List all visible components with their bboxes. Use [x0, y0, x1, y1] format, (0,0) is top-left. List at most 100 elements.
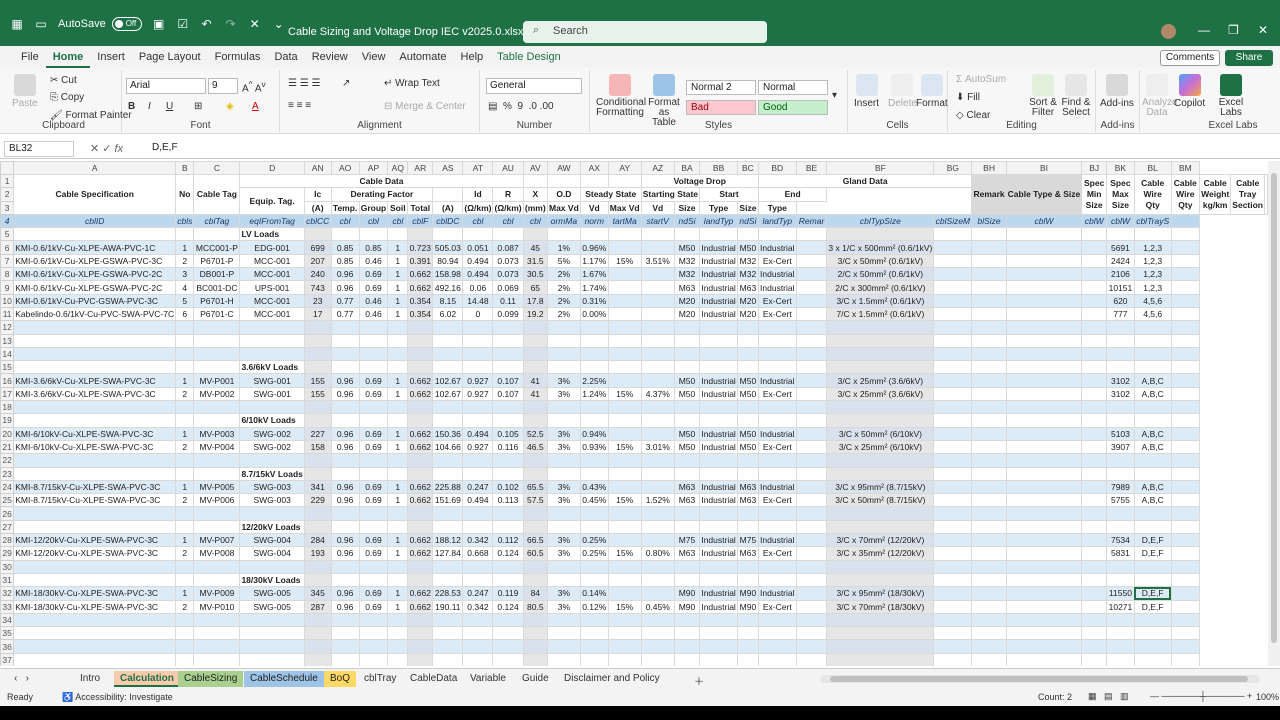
empty-cell[interactable]: [1133, 639, 1172, 654]
empty-cell[interactable]: [673, 466, 701, 481]
empty-cell[interactable]: [826, 466, 935, 481]
data-cell[interactable]: [1081, 493, 1108, 508]
empty-cell[interactable]: [579, 360, 609, 375]
row-header-22[interactable]: 22: [0, 453, 15, 468]
data-cell[interactable]: 10151: [1106, 280, 1135, 295]
empty-cell[interactable]: [1133, 612, 1172, 628]
column-header-AR[interactable]: AR: [407, 161, 434, 175]
empty-cell[interactable]: [1081, 652, 1108, 666]
row-header-36[interactable]: 36: [0, 639, 15, 654]
empty-cell[interactable]: [492, 320, 524, 335]
empty-cell[interactable]: [193, 519, 241, 535]
empty-cell[interactable]: [757, 626, 797, 641]
data-cell[interactable]: 3%: [546, 479, 581, 495]
data-cell[interactable]: 229: [303, 493, 332, 508]
filter-cell[interactable]: cblF: [407, 213, 434, 229]
row-header-28[interactable]: 28: [0, 533, 15, 548]
filter-cell[interactable]: cblSizeM: [933, 213, 973, 229]
data-cell[interactable]: 0.69: [358, 439, 389, 455]
empty-cell[interactable]: [579, 453, 609, 468]
font-color-icon[interactable]: A: [252, 101, 259, 112]
empty-cell[interactable]: [640, 506, 675, 521]
data-cell[interactable]: EDG-001: [239, 240, 305, 255]
data-cell[interactable]: A,B,C: [1133, 426, 1172, 441]
data-cell[interactable]: M90: [737, 599, 759, 614]
data-cell[interactable]: [795, 546, 828, 561]
data-cell[interactable]: Industrial: [699, 599, 738, 614]
filter-cell[interactable]: ndSi: [737, 213, 759, 229]
empty-cell[interactable]: [640, 227, 675, 242]
empty-cell[interactable]: [699, 360, 738, 375]
empty-cell[interactable]: [13, 360, 177, 375]
data-cell[interactable]: M32: [673, 253, 701, 269]
data-cell[interactable]: 0.93%: [579, 439, 609, 455]
empty-cell[interactable]: [1005, 320, 1083, 335]
column-header-AT[interactable]: AT: [462, 161, 494, 175]
empty-cell[interactable]: [795, 626, 828, 641]
empty-cell[interactable]: [933, 333, 973, 348]
data-cell[interactable]: 15%: [607, 439, 642, 455]
data-cell[interactable]: [1170, 280, 1201, 295]
column-header-BA[interactable]: BA: [673, 161, 701, 175]
empty-cell[interactable]: [239, 506, 305, 521]
data-cell[interactable]: 11550: [1106, 586, 1135, 601]
empty-cell[interactable]: [175, 453, 195, 468]
empty-cell[interactable]: [175, 466, 195, 481]
empty-cell[interactable]: [579, 572, 609, 588]
empty-cell[interactable]: [757, 559, 797, 574]
data-cell[interactable]: 0.112: [492, 533, 524, 548]
empty-cell[interactable]: [737, 227, 759, 242]
empty-cell[interactable]: [239, 559, 305, 574]
data-cell[interactable]: 3/C x 70mm² (18/30kV): [826, 599, 935, 614]
empty-cell[interactable]: [579, 506, 609, 521]
data-cell[interactable]: 0.662: [407, 267, 434, 282]
empty-cell[interactable]: [303, 360, 332, 375]
data-cell[interactable]: 193: [303, 546, 332, 561]
data-cell[interactable]: 0.662: [407, 599, 434, 614]
data-cell[interactable]: 0.247: [462, 479, 494, 495]
header-steady[interactable]: Steady State: [579, 187, 642, 202]
data-cell[interactable]: 1: [387, 493, 409, 508]
empty-cell[interactable]: [933, 612, 973, 628]
copilot-button[interactable]: Copilot: [1174, 74, 1205, 109]
empty-cell[interactable]: [407, 506, 434, 521]
data-cell[interactable]: 505.03: [432, 240, 464, 255]
data-cell[interactable]: [1005, 253, 1083, 269]
data-cell[interactable]: KMI-6/10kV-Cu-XLPE-SWA-PVC-3C: [13, 426, 177, 441]
empty-cell[interactable]: [971, 559, 1007, 574]
empty-cell[interactable]: [546, 612, 581, 628]
row-header-13[interactable]: 13: [0, 333, 15, 348]
data-cell[interactable]: M50: [737, 373, 759, 388]
empty-cell[interactable]: [407, 333, 434, 348]
filter-cell[interactable]: cbls: [175, 213, 195, 229]
filter-cell[interactable]: cblTag: [193, 213, 241, 229]
empty-cell[interactable]: [607, 333, 642, 348]
data-cell[interactable]: 60.5: [522, 546, 548, 561]
data-cell[interactable]: [971, 533, 1007, 548]
column-header-AQ[interactable]: AQ: [387, 161, 409, 175]
data-cell[interactable]: 777: [1106, 306, 1135, 322]
data-cell[interactable]: 1: [387, 479, 409, 495]
empty-cell[interactable]: [358, 413, 389, 428]
fill-button[interactable]: ⬇ Fill: [956, 92, 980, 103]
empty-cell[interactable]: [1133, 346, 1172, 362]
data-cell[interactable]: 1: [387, 439, 409, 455]
close-x-icon[interactable]: ✕: [248, 17, 262, 31]
data-cell[interactable]: [1170, 293, 1201, 308]
data-cell[interactable]: [933, 373, 973, 388]
data-cell[interactable]: 3/C x 50mm² (8.7/15kV): [826, 493, 935, 508]
data-cell[interactable]: [933, 267, 973, 282]
empty-cell[interactable]: [971, 413, 1007, 428]
data-cell[interactable]: 0.31%: [579, 293, 609, 308]
data-cell[interactable]: 155: [303, 373, 332, 388]
empty-cell[interactable]: [175, 559, 195, 574]
empty-cell[interactable]: [971, 506, 1007, 521]
empty-cell[interactable]: [462, 227, 494, 242]
empty-cell[interactable]: [175, 413, 195, 428]
data-cell[interactable]: [795, 267, 828, 282]
empty-cell[interactable]: [239, 453, 305, 468]
data-cell[interactable]: [971, 280, 1007, 295]
empty-cell[interactable]: [358, 333, 389, 348]
empty-cell[interactable]: [407, 346, 434, 362]
data-cell[interactable]: 0.073: [492, 267, 524, 282]
